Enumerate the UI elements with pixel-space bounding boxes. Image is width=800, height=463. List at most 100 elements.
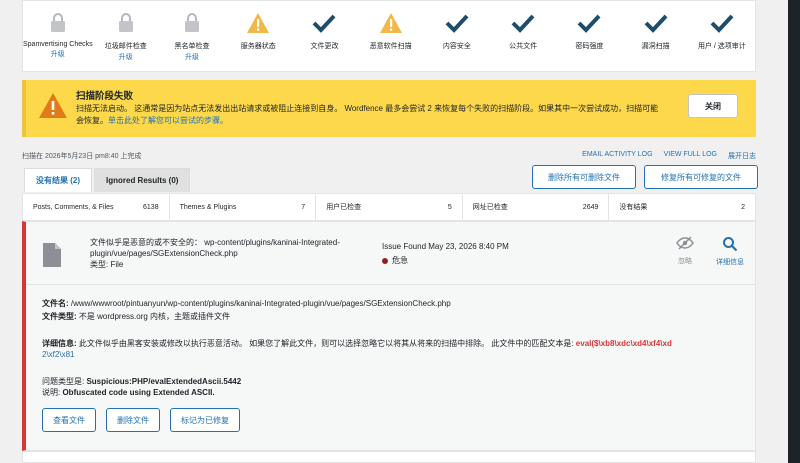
- stat-value: 7: [301, 203, 306, 211]
- stat-item: 网址已检查 2649: [463, 194, 610, 220]
- matched-text-cont: 2\xf2\x81: [42, 350, 75, 359]
- file-icon: [42, 242, 62, 270]
- filetype-label: 文件类型:: [42, 312, 77, 321]
- banner-title: 扫描阶段失败: [76, 91, 134, 102]
- stage-vulnerability-scan: 漏洞扫描: [623, 1, 689, 71]
- filename-row: 文件名: /www/wwwroot/pintuanyun/wp-content/…: [42, 298, 742, 309]
- view-file-button[interactable]: 查看文件: [42, 408, 96, 432]
- scan-stages: Spamvertising Checks 升级 垃圾邮件检查 升级 黑名单检查 …: [22, 0, 756, 72]
- scan-failed-banner: 扫描阶段失败 扫描无法启动。 这通常是因为站点无法发出出站请求或被阻止连接到自身…: [22, 80, 756, 137]
- stat-label: 网址已检查: [472, 204, 508, 211]
- stage-public-files: 公共文件: [490, 1, 556, 71]
- filename-label: 文件名:: [42, 299, 69, 308]
- email-activity-log-link[interactable]: EMAIL ACTIVITY LOG: [582, 151, 652, 161]
- matched-text: eval($\xb8\xdc\xd4\xf4\xd: [575, 339, 672, 348]
- stage-label: 密码强度: [575, 43, 604, 50]
- stage-label: 垃圾邮件检查: [104, 43, 147, 50]
- stage-label: 用户 / 选项审计: [697, 43, 746, 50]
- help-link[interactable]: 单击此处了解您可以尝试的步骤。: [108, 116, 228, 125]
- expand-log-link[interactable]: 展开日志: [728, 151, 756, 161]
- banner-message: 扫描无法启动。 这通常是因为站点无法发出出站请求或被阻止连接到自身。 Wordf…: [76, 103, 666, 127]
- warning-icon: [379, 11, 403, 35]
- checkmark-icon: [312, 11, 336, 35]
- repair-all-button[interactable]: 修复所有可修复的文件: [644, 165, 758, 189]
- upgrade-link[interactable]: 升级: [119, 52, 133, 62]
- details-label: 详细信息: [716, 259, 744, 266]
- stat-item: Posts, Comments, & Files 6138: [23, 194, 170, 220]
- stat-item: 用户已检查 5: [316, 194, 463, 220]
- next-issue-card: [22, 451, 756, 463]
- stage-spam-check: 垃圾邮件检查 升级: [93, 1, 159, 71]
- delete-file-button[interactable]: 删除文件: [106, 408, 160, 432]
- search-icon: [723, 237, 738, 252]
- stage-label: 公共文件: [509, 43, 538, 50]
- stat-value: 6138: [143, 203, 159, 211]
- filetype-row: 文件类型: 不是 wordpress.org 内核，主题或插件文件: [42, 311, 742, 322]
- tab-ignored[interactable]: Ignored Results (0): [94, 168, 191, 192]
- header-links: EMAIL ACTIVITY LOG VIEW FULL LOG 展开日志: [582, 151, 756, 161]
- lock-icon: [114, 11, 138, 35]
- stat-label: Posts, Comments, & Files: [33, 203, 114, 211]
- description-label: 详细信息:: [42, 339, 77, 348]
- stage-content-safety: 内容安全: [424, 1, 490, 71]
- issue-divider: [26, 284, 756, 285]
- note-value: Obfuscated code using Extended ASCII.: [60, 388, 215, 397]
- delete-all-button[interactable]: 删除所有可删除文件: [532, 165, 636, 189]
- ignore-label: 忽略: [678, 258, 692, 265]
- severity: 危急: [382, 255, 408, 266]
- stage-label: 黑名单检查: [174, 43, 210, 50]
- issue-type-value: Suspicious:PHP/evalExtendedAscii.5442: [84, 377, 242, 386]
- stat-label: Themes & Plugins: [179, 203, 237, 211]
- description-row: 详细信息: 此文件似乎由黑客安装或修改以执行恶意活动。 如果您了解此文件，则可以…: [42, 338, 742, 360]
- stage-label: 服务器状态: [240, 43, 276, 50]
- left-strip: [0, 0, 22, 463]
- stage-file-changes: 文件更改: [291, 1, 357, 71]
- stage-user-audit: 用户 / 选项审计: [689, 1, 755, 71]
- close-button[interactable]: 关闭: [688, 94, 738, 118]
- stage-malware-scan: 恶意软件扫描: [358, 1, 424, 71]
- filename-value: /www/wwwroot/pintuanyun/wp-content/plugi…: [68, 299, 451, 308]
- upgrade-link[interactable]: 升级: [51, 49, 65, 59]
- warning-icon: [246, 11, 270, 35]
- eye-slash-icon: [676, 236, 694, 250]
- stat-item: 没有结果 2: [609, 194, 755, 220]
- lock-icon: [46, 11, 70, 35]
- issue-type-row: 问题类型是: Suspicious:PHP/evalExtendedAscii.…: [42, 376, 742, 387]
- results-tabs: 没有结果 (2) Ignored Results (0): [24, 168, 191, 192]
- stat-label: 没有结果: [619, 204, 648, 211]
- lock-icon: [180, 11, 204, 35]
- issue-type-label: 问题类型是:: [42, 377, 85, 386]
- stat-value: 2: [741, 203, 745, 211]
- stage-label: 恶意软件扫描: [369, 43, 412, 50]
- severity-label: 危急: [392, 256, 408, 265]
- stage-password-strength: 密码强度: [556, 1, 622, 71]
- tab-results[interactable]: 没有结果 (2): [24, 168, 92, 192]
- severity-dot: [382, 257, 388, 264]
- issue-type-line: 类型: File: [90, 260, 124, 269]
- mark-fixed-button[interactable]: 标记为已修复: [170, 408, 240, 432]
- stat-value: 2649: [582, 203, 599, 211]
- stage-label: Spamvertising Checks: [23, 41, 93, 48]
- ignore-action[interactable]: 忽略: [676, 236, 694, 266]
- stage-spamvertising: Spamvertising Checks 升级: [23, 1, 93, 71]
- stage-server-status: 服务器状态: [225, 1, 291, 71]
- details-action[interactable]: 详细信息: [716, 236, 744, 267]
- stage-label: 漏洞扫描: [641, 43, 670, 50]
- issue-card: 文件似乎是恶意的或不安全的： wp-content/plugins/kanina…: [22, 221, 756, 451]
- stat-item: Themes & Plugins 7: [170, 194, 317, 220]
- stat-value: 5: [447, 203, 452, 211]
- issue-buttons: 查看文件 删除文件 标记为已修复: [42, 408, 240, 432]
- issue-found-time: Issue Found May 23, 2026 8:40 PM: [382, 242, 509, 251]
- checkmark-icon: [511, 11, 535, 35]
- checkmark-icon: [577, 11, 601, 35]
- warning-icon: [38, 92, 68, 121]
- issue-details: 文件名: /www/wwwroot/pintuanyun/wp-content/…: [42, 298, 742, 398]
- checkmark-icon: [644, 11, 668, 35]
- stage-label: 文件更改: [310, 43, 339, 50]
- upgrade-link[interactable]: 升级: [185, 52, 199, 62]
- view-full-log-link[interactable]: VIEW FULL LOG: [664, 151, 717, 161]
- note-row: 说明: Obfuscated code using Extended ASCII…: [42, 387, 742, 398]
- stage-blacklist: 黑名单检查 升级: [159, 1, 225, 71]
- issue-summary-text: 文件似乎是恶意的或不安全的： wp-content/plugins/kanina…: [90, 238, 340, 258]
- issue-summary: 文件似乎是恶意的或不安全的： wp-content/plugins/kanina…: [90, 237, 380, 270]
